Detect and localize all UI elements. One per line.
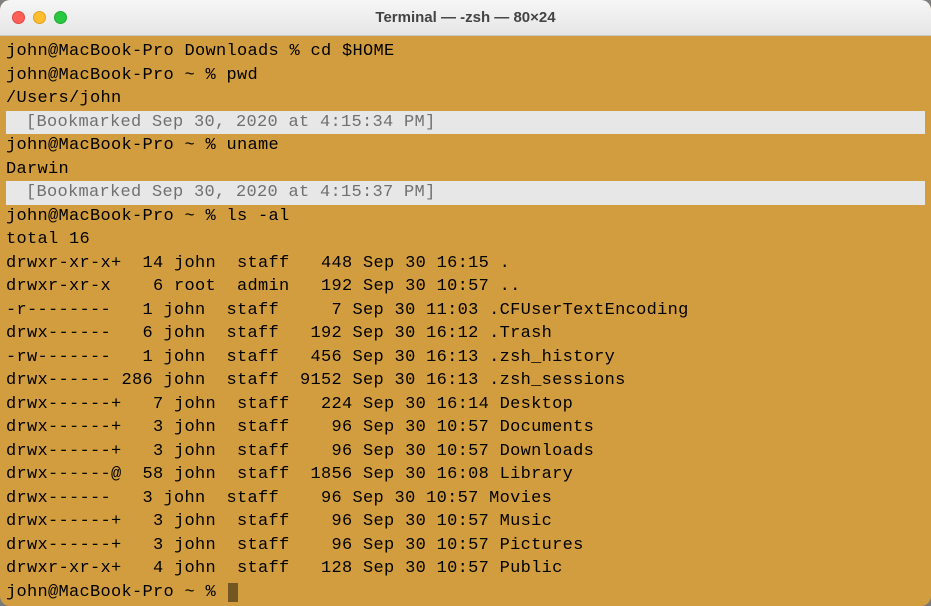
terminal-line: drwx------+ 3 john staff 96 Sep 30 10:57… <box>6 416 925 440</box>
terminal-line: john@MacBook-Pro ~ % pwd <box>6 64 925 88</box>
terminal-line: john@MacBook-Pro ~ % ls -al <box>6 205 925 229</box>
terminal-window: Terminal — -zsh — 80×24 john@MacBook-Pro… <box>0 0 931 606</box>
terminal-line: john@MacBook-Pro ~ % <box>6 581 925 605</box>
terminal-line: drwx------ 6 john staff 192 Sep 30 16:12… <box>6 322 925 346</box>
terminal-line: drwx------@ 58 john staff 1856 Sep 30 16… <box>6 463 925 487</box>
traffic-lights <box>0 11 67 24</box>
terminal-line: Darwin <box>6 158 925 182</box>
terminal-line: [Bookmarked Sep 30, 2020 at 4:15:34 PM] <box>6 111 925 135</box>
titlebar: Terminal — -zsh — 80×24 <box>0 0 931 36</box>
terminal-body[interactable]: john@MacBook-Pro Downloads % cd $HOMEjoh… <box>0 36 931 606</box>
minimize-button[interactable] <box>33 11 46 24</box>
terminal-line: drwx------+ 3 john staff 96 Sep 30 10:57… <box>6 510 925 534</box>
terminal-line: -rw------- 1 john staff 456 Sep 30 16:13… <box>6 346 925 370</box>
terminal-line: /Users/john <box>6 87 925 111</box>
terminal-line: drwx------+ 7 john staff 224 Sep 30 16:1… <box>6 393 925 417</box>
terminal-line: john@MacBook-Pro Downloads % cd $HOME <box>6 40 925 64</box>
close-button[interactable] <box>12 11 25 24</box>
zoom-button[interactable] <box>54 11 67 24</box>
terminal-line: drwxr-xr-x+ 14 john staff 448 Sep 30 16:… <box>6 252 925 276</box>
terminal-line: [Bookmarked Sep 30, 2020 at 4:15:37 PM] <box>6 181 925 205</box>
terminal-line: drwxr-xr-x 6 root admin 192 Sep 30 10:57… <box>6 275 925 299</box>
terminal-line: total 16 <box>6 228 925 252</box>
terminal-line: drwx------ 286 john staff 9152 Sep 30 16… <box>6 369 925 393</box>
terminal-line: john@MacBook-Pro ~ % uname <box>6 134 925 158</box>
terminal-line: drwx------+ 3 john staff 96 Sep 30 10:57… <box>6 440 925 464</box>
terminal-line: drwxr-xr-x+ 4 john staff 128 Sep 30 10:5… <box>6 557 925 581</box>
terminal-line: drwx------+ 3 john staff 96 Sep 30 10:57… <box>6 534 925 558</box>
terminal-line: -r-------- 1 john staff 7 Sep 30 11:03 .… <box>6 299 925 323</box>
terminal-line: drwx------ 3 john staff 96 Sep 30 10:57 … <box>6 487 925 511</box>
cursor <box>228 583 238 602</box>
window-title: Terminal — -zsh — 80×24 <box>0 9 931 26</box>
